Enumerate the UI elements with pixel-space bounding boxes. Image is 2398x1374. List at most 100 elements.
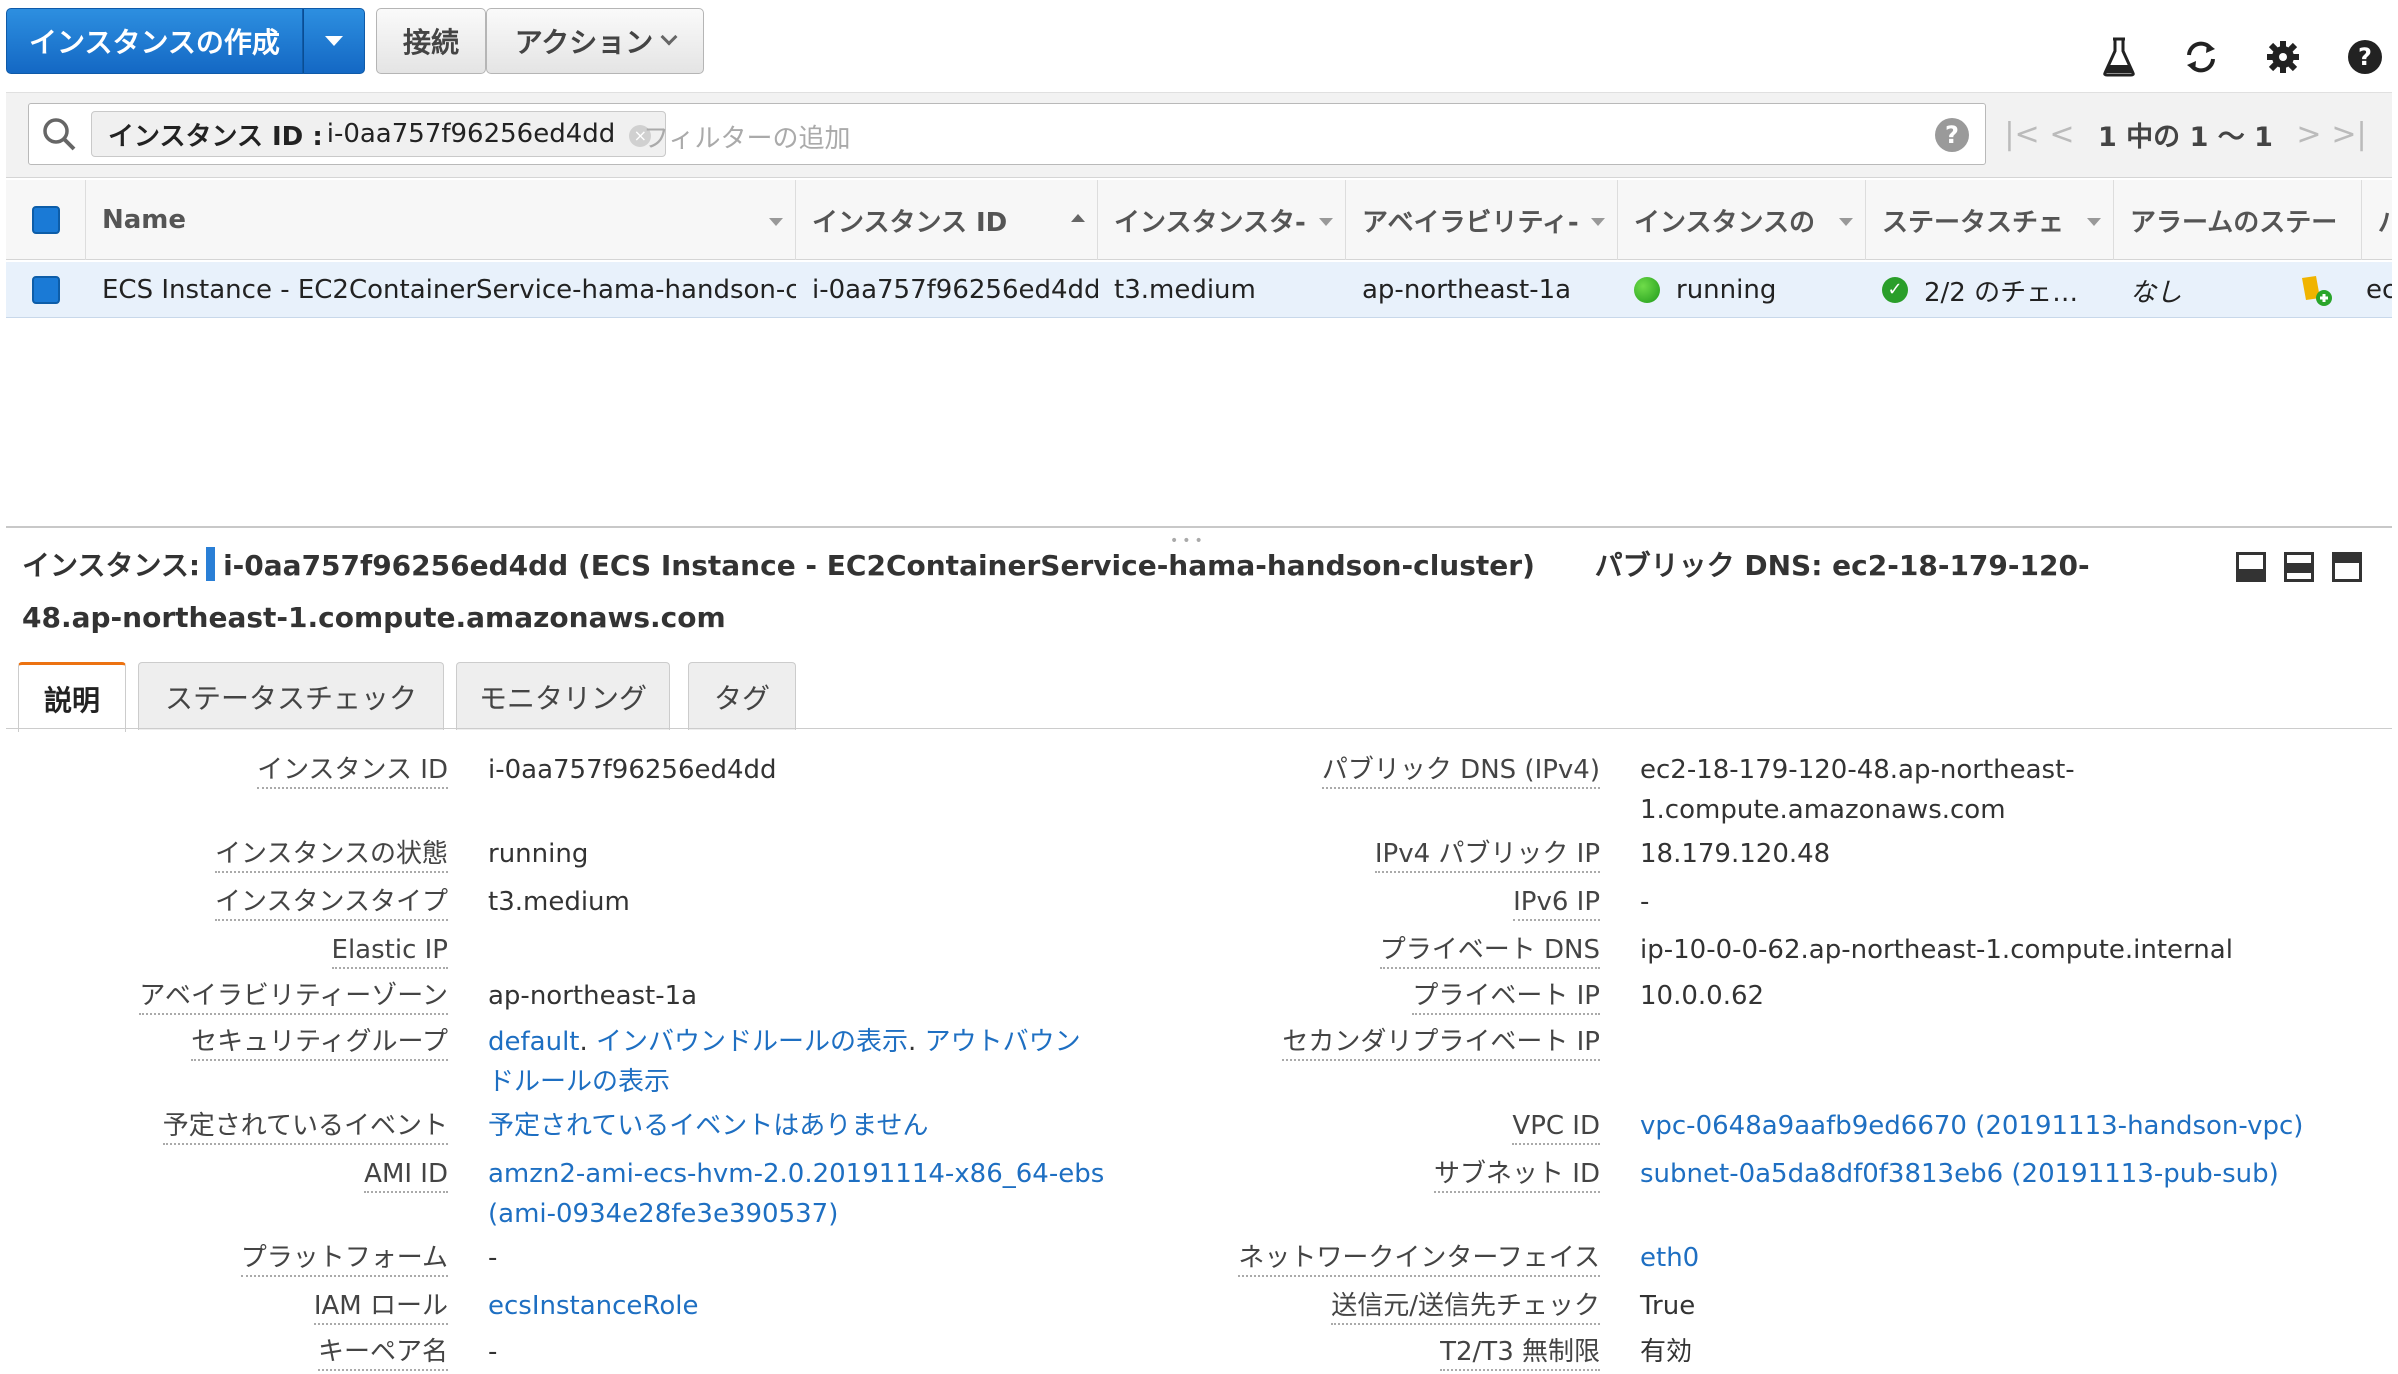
row-checkbox[interactable] — [32, 276, 60, 304]
filter-chip-value: i-0aa757f96256ed4dd — [326, 119, 616, 149]
value-key-pair: - — [488, 1337, 498, 1367]
table-header: Name インスタンス ID インスタンスタ- アベイラビリティ- インスタンス… — [6, 180, 2392, 260]
layout-top-icon[interactable] — [2332, 552, 2362, 582]
tab-monitoring[interactable]: モニタリング — [456, 662, 670, 730]
column-instance-id-label: インスタンス ID — [812, 207, 1008, 238]
value-ipv6-ip: - — [1640, 887, 1650, 917]
filter-chip-key: インスタンス ID : — [108, 121, 323, 152]
column-public-dns[interactable]: パ — [2362, 180, 2392, 260]
label-instance-type: インスタンスタイプ — [215, 882, 448, 922]
detail-title-main: i-0aa757f96256ed4dd (ECS Instance - EC2C… — [223, 549, 1535, 582]
chevron-down-icon — [660, 28, 678, 46]
pagination: |< < 1 中の 1 ～ 1 > >| — [2002, 103, 2392, 165]
column-name[interactable]: Name — [86, 180, 796, 260]
label-availability-zone: アベイラビリティーゾーン — [139, 976, 448, 1016]
column-instance-type-label: インスタンスタ- — [1114, 207, 1306, 238]
connect-button[interactable]: 接続 — [376, 8, 486, 74]
value-instance-type: t3.medium — [488, 887, 630, 917]
label-key-pair: キーペア名 — [317, 1332, 448, 1372]
filter-chip[interactable]: インスタンス ID : i-0aa757f96256ed4dd × — [91, 111, 667, 157]
sort-icon — [1319, 218, 1333, 226]
add-filter-input[interactable]: フィルターの追加 — [643, 118, 850, 155]
value-private-dns: ip-10-0-0-62.ap-northeast-1.compute.inte… — [1640, 935, 2233, 965]
column-availability-zone[interactable]: アベイラビリティ- — [1346, 180, 1618, 260]
value-scheduled-events[interactable]: 予定されているイベントはありません — [488, 1106, 928, 1146]
value-t2t3-unlimited: 有効 — [1640, 1337, 1693, 1367]
select-all-checkbox[interactable] — [31, 206, 60, 234]
sg-outbound-link-cont[interactable]: ドルールの表示 — [488, 1067, 670, 1097]
value-subnet-id[interactable]: subnet-0a5da8df0f3813eb6 (20191113-pub-s… — [1640, 1154, 2279, 1194]
prev-page-icon[interactable]: < — [2042, 117, 2082, 152]
details-left: インスタンス ID i-0aa757f96256ed4dd インスタンスの状態 … — [0, 750, 1200, 1372]
help-icon[interactable]: ? — [2344, 30, 2386, 84]
alarm-bell-icon[interactable] — [2296, 262, 2346, 318]
detail-title-prefix: インスタンス: — [22, 549, 201, 582]
label-network-interfaces: ネットワークインターフェイス — [1238, 1238, 1600, 1278]
svg-text:?: ? — [2358, 43, 2372, 71]
value-ipv4-public-ip: 18.179.120.48 — [1640, 839, 1831, 869]
column-status-check[interactable]: ステータスチェ — [1866, 180, 2114, 260]
value-availability-zone: ap-northeast-1a — [488, 981, 698, 1011]
create-instance-dropdown-button[interactable] — [302, 8, 365, 74]
label-ipv4-public-ip: IPv4 パブリック IP — [1374, 834, 1600, 874]
filter-help-icon[interactable]: ? — [1935, 118, 1969, 152]
column-status-check-label: ステータスチェ — [1882, 207, 2065, 238]
tab-tags[interactable]: タグ — [688, 662, 796, 730]
public-dns-line-1: ec2-18-179-120-48.ap-northeast- — [1640, 755, 2075, 785]
column-instance-type[interactable]: インスタンスタ- — [1098, 180, 1346, 260]
cell-status-check: ✓ 2/2 のチェ… — [1866, 262, 2114, 318]
pane-layout-icons — [2236, 552, 2376, 588]
sg-outbound-link[interactable]: アウトバウン — [925, 1027, 1081, 1057]
value-private-ip: 10.0.0.62 — [1640, 981, 1765, 1011]
label-platform: プラットフォーム — [240, 1238, 448, 1278]
actions-label: アクション — [514, 26, 654, 59]
label-iam-role: IAM ロール — [313, 1286, 448, 1326]
layout-bottom-icon[interactable] — [2236, 552, 2266, 582]
column-name-label: Name — [102, 205, 187, 235]
toolbar: インスタンスの作成 接続 アクション ? — [0, 0, 2398, 90]
value-iam-role[interactable]: ecsInstanceRole — [488, 1286, 698, 1326]
label-security-group: セキュリティグループ — [191, 1022, 448, 1062]
column-az-label: アベイラビリティ- — [1362, 207, 1579, 238]
label-vpc-id: VPC ID — [1512, 1106, 1600, 1146]
last-page-icon[interactable]: >| — [2329, 117, 2369, 152]
label-ipv6-ip: IPv6 IP — [1513, 882, 1600, 922]
top-right-icons: ? — [2098, 30, 2398, 84]
actions-button[interactable]: アクション — [486, 8, 704, 74]
create-instance-button[interactable]: インスタンスの作成 — [6, 8, 303, 74]
check-icon: ✓ — [1882, 277, 1908, 303]
pane-splitter[interactable] — [6, 526, 2392, 528]
filter-bar: インスタンス ID : i-0aa757f96256ed4dd × フィルターの… — [6, 92, 2392, 178]
column-alarm-status[interactable]: アラームのステー — [2114, 180, 2362, 260]
sg-default-link[interactable]: default — [488, 1027, 579, 1057]
details-right: パブリック DNS (IPv4) ec2-18-179-120-48.ap-no… — [1200, 750, 2398, 1371]
label-secondary-private-ip: セカンダリプライベート IP — [1282, 1022, 1600, 1062]
tab-description[interactable]: 説明 — [18, 662, 126, 732]
flask-icon[interactable] — [2098, 30, 2140, 84]
search-icon — [43, 118, 76, 151]
cell-state: running — [1618, 262, 1866, 318]
sort-icon — [1591, 218, 1605, 226]
gear-icon[interactable] — [2262, 30, 2304, 84]
sort-icon — [1839, 218, 1853, 226]
column-instance-id[interactable]: インスタンス ID — [796, 180, 1098, 260]
value-ami-id[interactable]: amzn2-ami-ecs-hvm-2.0.20191114-x86_64-eb… — [488, 1154, 1104, 1234]
value-platform: - — [488, 1243, 498, 1273]
value-network-interfaces[interactable]: eth0 — [1640, 1238, 1699, 1278]
label-scheduled-events: 予定されているイベント — [162, 1106, 448, 1146]
first-page-icon[interactable]: |< — [2002, 117, 2042, 152]
table-row[interactable]: ECS Instance - EC2ContainerService-hama-… — [6, 262, 2392, 318]
next-page-icon[interactable]: > — [2289, 117, 2329, 152]
column-alarm-label: アラームのステー — [2130, 207, 2338, 238]
refresh-icon[interactable] — [2180, 30, 2222, 84]
value-vpc-id[interactable]: vpc-0648a9aafb9ed6670 (20191113-handson-… — [1640, 1106, 2303, 1146]
search-filter-box[interactable]: インスタンス ID : i-0aa757f96256ed4dd × フィルターの… — [28, 103, 1986, 165]
label-elastic-ip: Elastic IP — [331, 930, 448, 970]
column-instance-state[interactable]: インスタンスの — [1618, 180, 1866, 260]
label-source-dest-check: 送信元/送信先チェック — [1331, 1286, 1600, 1326]
tab-status-checks[interactable]: ステータスチェック — [138, 662, 444, 730]
layout-split-icon[interactable] — [2284, 552, 2314, 582]
row-checkbox-cell — [6, 262, 86, 318]
sg-inbound-link[interactable]: インバウンドルールの表示 — [596, 1027, 908, 1057]
sort-icon — [769, 218, 783, 226]
